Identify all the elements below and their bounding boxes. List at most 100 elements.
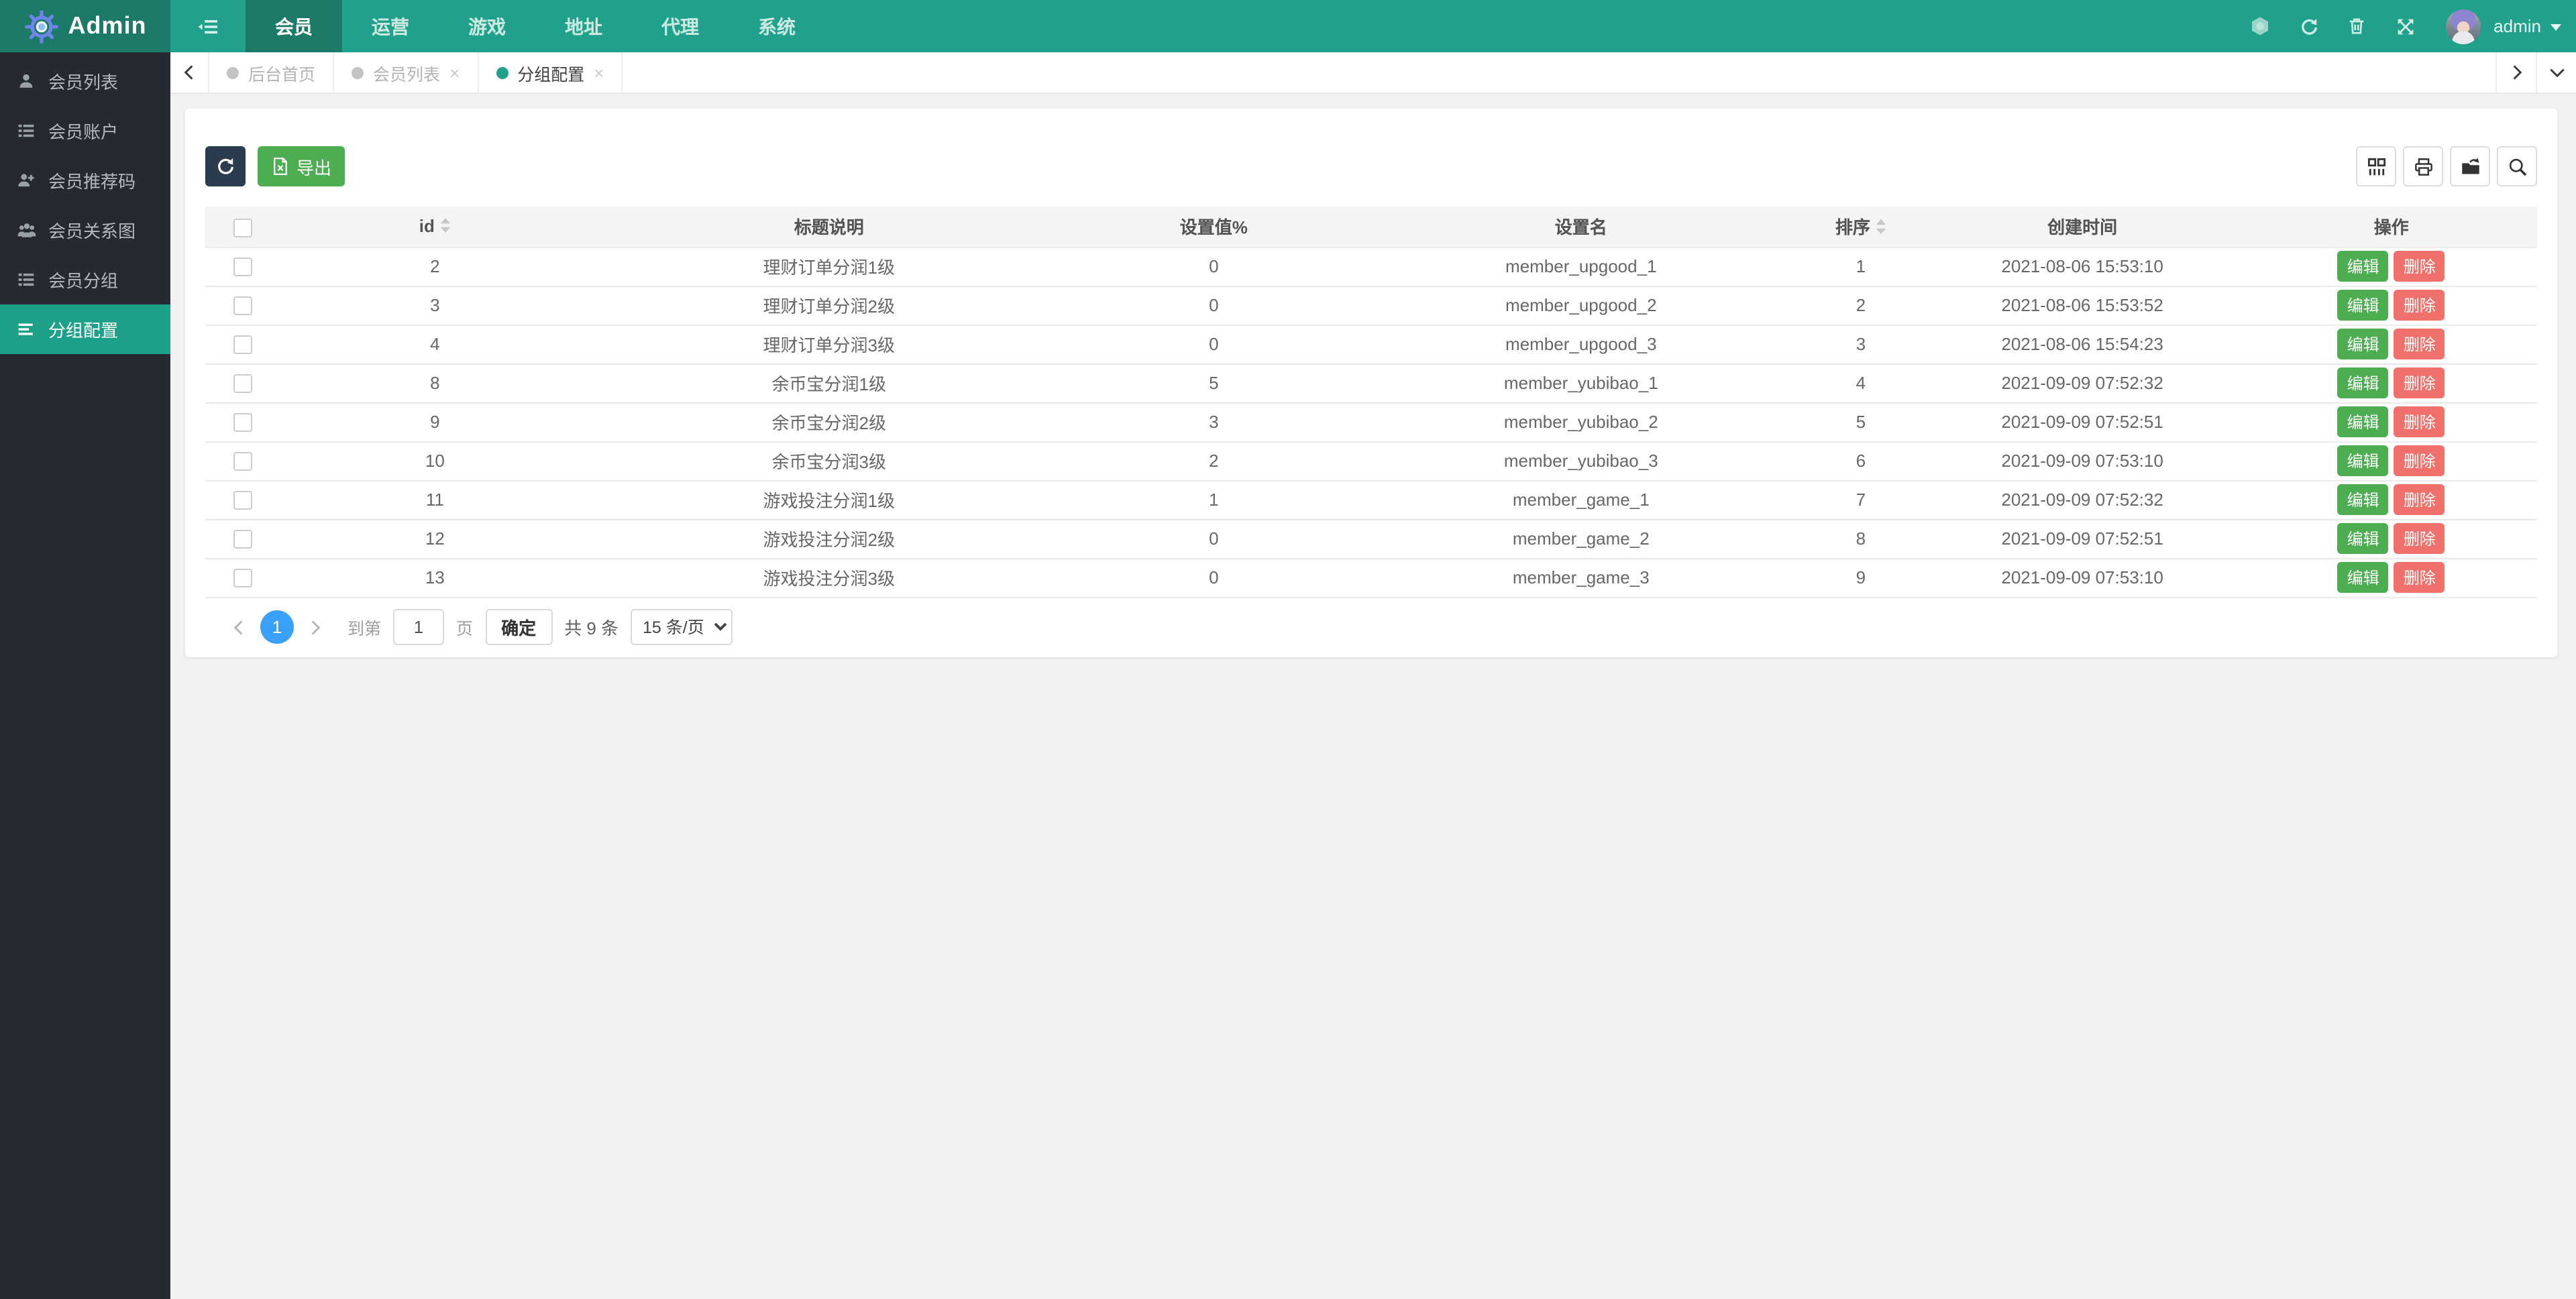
goto-page-input[interactable] <box>393 609 445 645</box>
user-dropdown[interactable]: admin <box>2493 16 2563 36</box>
cell-value: 0 <box>1068 519 1360 559</box>
top-menu-item-4[interactable]: 地址 <box>535 0 632 52</box>
avatar[interactable] <box>2445 9 2481 44</box>
page-size-select[interactable]: 15 条/页 <box>631 609 733 645</box>
column-header-4: 设置名 <box>1359 207 1803 247</box>
cell-created: 2021-09-09 07:53:10 <box>1919 441 2246 481</box>
goto-confirm-button[interactable]: 确定 <box>485 609 553 645</box>
sidebar-item-1[interactable]: 会员列表 <box>0 56 170 106</box>
column-header-5[interactable]: 排序 <box>1803 207 1919 247</box>
row-checkbox[interactable] <box>233 374 252 394</box>
delete-button[interactable]: 删除 <box>2394 368 2445 398</box>
edit-button[interactable]: 编辑 <box>2337 406 2389 437</box>
top-menu-item-6[interactable]: 系统 <box>729 0 825 52</box>
close-icon[interactable]: × <box>449 64 460 81</box>
trash-icon[interactable] <box>2332 0 2381 52</box>
delete-button[interactable]: 删除 <box>2394 523 2445 554</box>
delete-button[interactable]: 删除 <box>2394 445 2445 476</box>
cell-sort: 6 <box>1803 441 1919 481</box>
edit-button[interactable]: 编辑 <box>2337 251 2389 282</box>
row-checkbox[interactable] <box>233 296 252 316</box>
print-button[interactable] <box>2403 146 2443 186</box>
column-header-label: 排序 <box>1835 217 1870 238</box>
cell-name: member_yubibao_2 <box>1359 402 1803 442</box>
row-checkbox[interactable] <box>233 335 252 355</box>
row-checkbox[interactable] <box>233 452 252 471</box>
next-page-button[interactable] <box>306 618 325 636</box>
delete-button[interactable]: 删除 <box>2394 251 2445 282</box>
row-checkbox[interactable] <box>233 569 252 588</box>
close-icon[interactable]: × <box>594 64 604 81</box>
edit-button[interactable]: 编辑 <box>2337 445 2389 476</box>
caret-down-icon <box>2549 19 2563 33</box>
sidebar-item-3[interactable]: 会员推荐码 <box>0 156 170 205</box>
delete-button[interactable]: 删除 <box>2394 406 2445 437</box>
sidebar-item-label: 会员推荐码 <box>48 172 136 192</box>
brand-logo[interactable]: Admin <box>0 0 170 52</box>
table-row: 3 理财订单分润2级 0 member_upgood_2 2 2021-08-06 15:… <box>205 286 2537 325</box>
cell-actions: 编辑 删除 <box>2245 480 2537 520</box>
delete-button[interactable]: 删除 <box>2394 562 2445 593</box>
table-row: 4 理财订单分润3级 0 member_upgood_3 3 2021-08-06 15:… <box>205 325 2537 364</box>
refresh-icon[interactable] <box>2284 0 2332 52</box>
hexagon-cache-icon[interactable] <box>2236 0 2284 52</box>
export-button[interactable]: 导出 <box>258 146 345 186</box>
edit-button[interactable]: 编辑 <box>2337 484 2389 515</box>
sidebar-item-5[interactable]: 会员分组 <box>0 255 170 304</box>
column-header-1[interactable]: id <box>280 207 590 247</box>
brand-title: Admin <box>68 12 147 39</box>
select-all-checkbox[interactable] <box>233 218 252 237</box>
outdent-icon <box>197 15 219 37</box>
edit-button[interactable]: 编辑 <box>2337 368 2389 398</box>
prev-page-button[interactable] <box>229 618 248 636</box>
delete-button[interactable]: 删除 <box>2394 290 2445 321</box>
pagination: 1 到第 页 确定 共 9 条 15 条/页 <box>205 600 2537 654</box>
cell-value: 0 <box>1068 246 1360 286</box>
edit-button[interactable]: 编辑 <box>2337 329 2389 359</box>
cell-id: 3 <box>280 286 590 325</box>
row-checkbox-cell <box>205 402 280 442</box>
table-row: 8 余币宝分润1级 5 member_yubibao_1 4 2021-09-09 07:… <box>205 363 2537 403</box>
sidebar-item-label: 会员分组 <box>48 271 119 291</box>
top-menu-item-2[interactable]: 运营 <box>342 0 439 52</box>
top-menu-item-5[interactable]: 代理 <box>632 0 729 52</box>
tab-1[interactable]: 后台首页 <box>209 52 335 93</box>
fullscreen-icon[interactable] <box>2381 0 2429 52</box>
cell-name: member_upgood_2 <box>1359 286 1803 325</box>
edit-button[interactable]: 编辑 <box>2337 562 2389 593</box>
cell-actions: 编辑 删除 <box>2245 286 2537 325</box>
column-header-label: 操作 <box>2373 217 2409 238</box>
column-header-label: id <box>419 216 435 237</box>
export-data-button[interactable] <box>2450 146 2490 186</box>
delete-button[interactable]: 删除 <box>2394 329 2445 359</box>
page-1-button[interactable]: 1 <box>260 610 294 644</box>
cell-value: 2 <box>1068 441 1360 481</box>
search-button[interactable] <box>2497 146 2537 186</box>
column-header-7: 操作 <box>2245 207 2537 247</box>
refresh-button[interactable] <box>205 146 246 186</box>
edit-button[interactable]: 编辑 <box>2337 290 2389 321</box>
tab-2[interactable]: 会员列表 × <box>334 52 479 93</box>
top-menu-item-3[interactable]: 游戏 <box>439 0 535 52</box>
delete-button[interactable]: 删除 <box>2394 484 2445 515</box>
sidebar-item-6[interactable]: 分组配置 <box>0 304 170 354</box>
row-checkbox[interactable] <box>233 491 252 510</box>
sidebar-item-2[interactable]: 会员账户 <box>0 106 170 156</box>
row-checkbox[interactable] <box>233 413 252 433</box>
cell-sort: 4 <box>1803 363 1919 403</box>
user-icon <box>16 72 36 90</box>
page-unit-label: 页 <box>456 620 474 638</box>
tabs-scroll-right-button[interactable] <box>2496 52 2536 93</box>
tabs-list-button[interactable] <box>2536 52 2576 93</box>
tab-3[interactable]: 分组配置 × <box>478 52 623 93</box>
sidebar-item-4[interactable]: 会员关系图 <box>0 205 170 255</box>
edit-button[interactable]: 编辑 <box>2337 523 2389 554</box>
cell-value: 0 <box>1068 286 1360 325</box>
sidebar-toggle-button[interactable] <box>170 0 246 52</box>
top-menu-item-1[interactable]: 会员 <box>246 0 342 52</box>
tabs-scroll-left-button[interactable] <box>170 52 209 93</box>
row-checkbox[interactable] <box>233 258 252 277</box>
toggle-view-button[interactable] <box>2356 146 2396 186</box>
cell-id: 12 <box>280 519 590 559</box>
row-checkbox[interactable] <box>233 530 252 549</box>
